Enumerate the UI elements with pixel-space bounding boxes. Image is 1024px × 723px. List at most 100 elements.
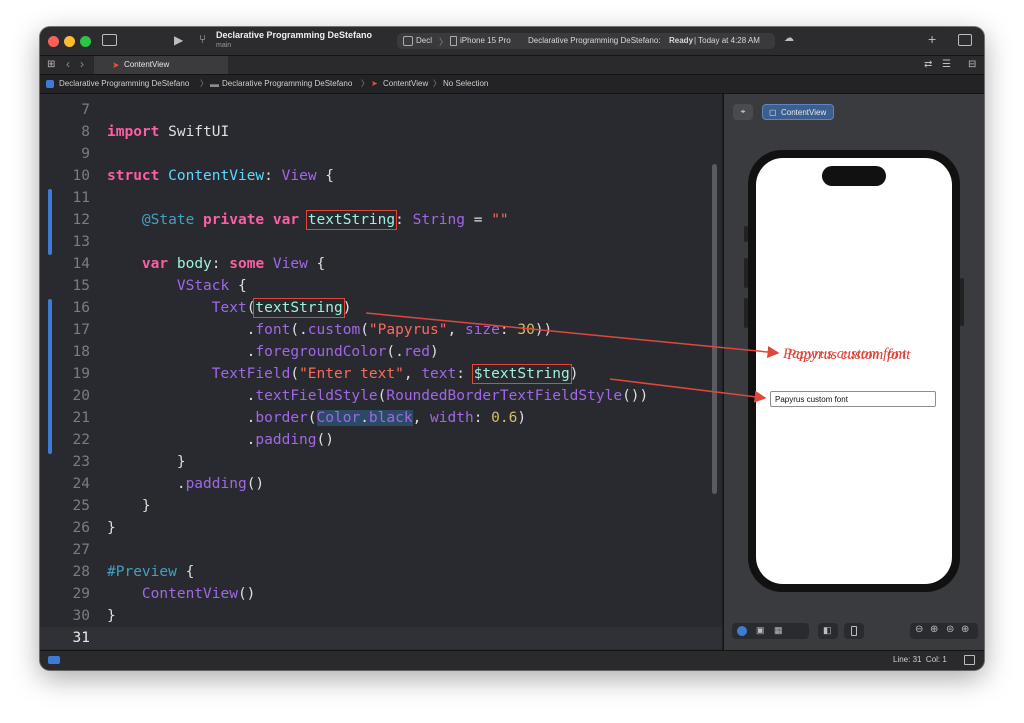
folder-icon: ▬ <box>210 79 219 89</box>
editor-options-icon[interactable]: ☰ <box>942 60 951 70</box>
code-line: 7 <box>81 102 90 118</box>
run-icon[interactable]: ▶ <box>174 34 183 46</box>
code-line: 20 .textFieldStyle(RoundedBorderTextFiel… <box>72 388 649 404</box>
status-bar: Line: 31 Col: 1 <box>40 650 984 670</box>
variants-icon[interactable]: ▦ <box>774 626 783 635</box>
volume-up-button <box>744 258 748 288</box>
console-toggle-icon[interactable] <box>964 655 975 665</box>
papyrus-text: Papyrus custom font <box>787 347 911 363</box>
forward-icon[interactable]: › <box>80 58 84 70</box>
device-selector-button[interactable] <box>844 623 864 639</box>
code-line: 9 <box>81 146 90 162</box>
zoom-actual-icon[interactable]: ⊕ <box>961 625 969 635</box>
close-window-button[interactable] <box>48 36 59 47</box>
project-icon <box>46 80 54 88</box>
chevron-right-icon: 〉 <box>439 37 449 47</box>
back-icon[interactable]: ‹ <box>66 58 70 70</box>
titlebar: ▶ ⑂ Declarative Programming DeStefano ma… <box>40 27 984 56</box>
branch-name: main <box>216 42 232 49</box>
code-line: 24 .padding() <box>72 476 265 492</box>
zoom-window-button[interactable] <box>80 36 91 47</box>
code-line: 19 TextField("Enter text", text: $textSt… <box>72 364 579 384</box>
action-button <box>744 226 748 242</box>
code-line: 27 <box>72 542 90 558</box>
tab-contentview[interactable]: ➤ ContentView <box>94 56 228 74</box>
code-line: 18 .foregroundColor(.red) <box>72 344 439 360</box>
chevron-right-icon: 〉 <box>200 79 208 88</box>
tab-label: ContentView <box>124 60 170 69</box>
debug-area-toggle[interactable] <box>48 656 60 664</box>
breadcrumb-group[interactable]: Declarative Programming DeStefano <box>222 75 352 93</box>
code-editor[interactable]: 6// 7 8import SwiftUI 9 10struct Content… <box>40 94 722 651</box>
iphone-frame: Papyrus custom font Papyrus custom font <box>744 150 964 592</box>
selectable-mode-icon[interactable]: ▣ <box>756 626 765 635</box>
split-editor-icon[interactable]: ⊟ <box>968 60 976 70</box>
code-line: 15 VStack { <box>72 278 247 294</box>
chevron-right-icon: 〉 <box>433 79 441 88</box>
branch-icon[interactable]: ⑂ <box>199 33 206 45</box>
app-icon <box>403 36 413 46</box>
current-code-line: 31 <box>40 627 722 649</box>
code-line: 22 .padding() <box>72 432 334 448</box>
device-selector[interactable]: iPhone 15 Pro <box>460 36 511 45</box>
code-line: 26} <box>72 520 116 536</box>
minimize-window-button[interactable] <box>64 36 75 47</box>
side-button <box>960 278 964 326</box>
status-state: Ready <box>669 36 694 45</box>
live-mode-icon[interactable] <box>737 626 747 636</box>
code-line: 29 ContentView() <box>72 586 256 602</box>
swift-icon: ➤ <box>371 79 378 88</box>
cursor-position: Line: 31 Col: 1 <box>893 655 947 664</box>
device-settings-icon: ◧ <box>823 625 832 635</box>
swift-icon: ➤ <box>112 60 120 70</box>
device-settings-button[interactable]: ◧ <box>818 623 838 639</box>
cloud-icon: ☁ <box>784 33 794 44</box>
breadcrumb: Declarative Programming DeStefano 〉 ▬ De… <box>40 75 984 94</box>
dynamic-island <box>822 166 886 186</box>
chevron-right-icon: 〉 <box>361 79 369 88</box>
code-line: 23 } <box>72 454 186 470</box>
sidebar-toggle-icon[interactable] <box>102 34 117 46</box>
device-icon <box>851 626 857 636</box>
code-line: 10 struct ContentView: View { <box>72 168 335 184</box>
iphone-icon <box>450 36 457 46</box>
code-line: 13 <box>72 234 90 250</box>
xcode-window: ▶ ⑂ Declarative Programming DeStefano ma… <box>40 27 984 670</box>
add-icon[interactable]: + <box>928 32 936 46</box>
code-line: 11 <box>72 190 90 206</box>
code-line: 16 Text(textString) <box>72 298 352 318</box>
breadcrumb-file[interactable]: ContentView <box>383 75 428 93</box>
inspector-toggle-icon[interactable] <box>958 34 972 46</box>
code-line: 30} <box>72 608 116 624</box>
preview-tab-label: ContentView <box>781 108 827 117</box>
related-items-icon[interactable]: ⇄ <box>924 60 932 70</box>
code-line: 14 var body: some View { <box>72 256 326 272</box>
preview-mode-group: ▣ ▦ <box>732 623 809 639</box>
scheme-selector[interactable]: Decl <box>416 36 432 45</box>
tab-bar: ⊞ ‹ › ➤ ContentView ⇄ ☰ ⊟ <box>40 56 984 75</box>
pin-icon: ⌖ <box>740 107 746 116</box>
code-line: 25 } <box>72 498 151 514</box>
breadcrumb-project[interactable]: Declarative Programming DeStefano <box>59 75 189 93</box>
phone-screen: Papyrus custom font Papyrus custom font <box>756 158 952 584</box>
pin-preview-button[interactable]: ⌖ <box>733 104 753 120</box>
project-title: Declarative Programming DeStefano <box>216 30 373 40</box>
zoom-fit-icon[interactable]: ⊜ <box>946 625 954 635</box>
zoom-in-icon[interactable]: ⊕ <box>930 625 938 635</box>
preview-tab-contentview[interactable]: ▢ ContentView <box>762 104 834 120</box>
code-line: 17 .font(.custom("Papyrus", size: 30)) <box>72 322 553 338</box>
preview-icon: ▢ <box>769 108 777 117</box>
zoom-controls: ⊖ ⊕ ⊜ ⊕ <box>910 623 978 639</box>
status-project: Declarative Programming DeStefano: <box>528 36 661 45</box>
breadcrumb-selection[interactable]: No Selection <box>443 75 488 93</box>
grid-icon[interactable]: ⊞ <box>47 60 55 70</box>
code-line: 12 @State private var textString: String… <box>72 210 509 230</box>
volume-down-button <box>744 298 748 328</box>
code-line: 21 .border(Color.black, width: 0.6) <box>72 410 527 426</box>
zoom-out-icon[interactable]: ⊖ <box>915 625 923 635</box>
code-line: 28 #Preview { <box>72 564 195 580</box>
activity-view: Decl 〉 iPhone 15 Pro Declarative Program… <box>397 33 775 49</box>
text-field[interactable]: Papyrus custom font <box>770 391 936 407</box>
preview-canvas: ⌖ ▢ ContentView Papyrus custom font Papy… <box>723 94 984 651</box>
code-line: 8 import SwiftUI <box>81 124 230 140</box>
